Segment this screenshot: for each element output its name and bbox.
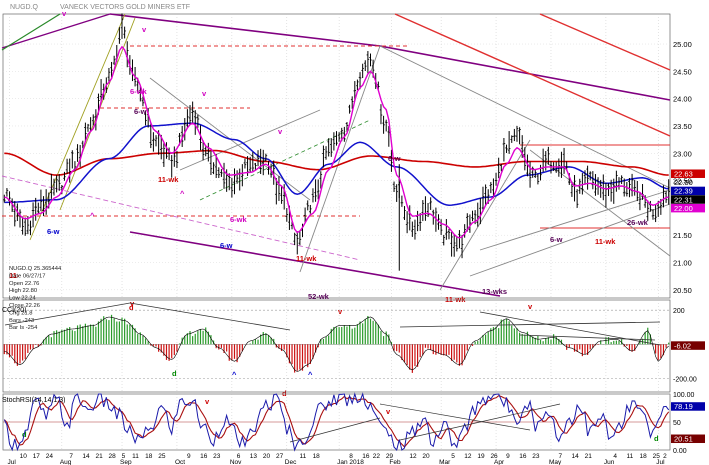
date-tick-label: 23: [532, 453, 540, 460]
chart-annotation: 11-wk: [445, 295, 466, 304]
stoch-tick-label: 50: [673, 420, 681, 427]
chart-annotation: 52-wk: [308, 292, 330, 301]
cci-tick-label: 200: [673, 308, 685, 315]
date-tick-label: 12: [409, 453, 417, 460]
month-tick-label: Aug: [60, 459, 72, 465]
month-tick-label: Feb: [389, 459, 401, 465]
date-tick-label: 20: [422, 453, 430, 460]
cci-tick-label: -200.00: [673, 376, 697, 383]
date-tick-label: 5: [451, 453, 455, 460]
chart-annotation: ^: [232, 370, 237, 379]
info-box-line: Low 22.24: [9, 296, 37, 302]
info-box-line: Date 06/27/17: [9, 273, 45, 279]
price-tick-label: 24.50: [673, 67, 692, 76]
stoch-tick-label: 0.00: [673, 448, 687, 455]
price-tick-label: 20.50: [673, 286, 692, 295]
stoch-signal-label: 20.51: [674, 435, 693, 444]
date-tick-label: 12: [464, 453, 472, 460]
date-tick-label: 10: [20, 453, 28, 460]
chart-annotation: 6-w: [47, 227, 60, 236]
chart-annotation: ^: [180, 189, 185, 198]
month-tick-label: Sep: [120, 459, 132, 465]
date-tick-label: 19: [477, 453, 485, 460]
info-box-line: Open 22.76: [9, 281, 39, 287]
stock-chart: 20.5021.0021.5022.0022.5023.0023.5024.00…: [0, 0, 709, 465]
chart-annotation: d: [129, 303, 134, 312]
date-tick-label: 16: [519, 453, 527, 460]
date-tick-label: 22: [373, 453, 381, 460]
chart-annotation: 6-wk: [130, 87, 148, 96]
chart-annotation: 11-wk: [296, 254, 317, 263]
chart-annotation: 6-w: [550, 235, 563, 244]
chart-annotation: 6-w: [220, 241, 233, 250]
date-tick-label: 14: [82, 453, 90, 460]
month-tick-label: Apr: [494, 459, 505, 465]
month-tick-label: Jul: [8, 459, 17, 465]
chart-annotation: d: [282, 389, 287, 398]
chart-annotation: d: [172, 369, 177, 378]
date-tick-label: 14: [572, 453, 580, 460]
date-tick-label: 13: [250, 453, 258, 460]
chart-annotation: 11-wk: [158, 175, 179, 184]
date-tick-label: 18: [313, 453, 321, 460]
chart-annotation: 6-wk: [230, 215, 248, 224]
chart-annotation: 6-w: [388, 154, 401, 163]
chart-annotation: 6-w: [134, 107, 147, 116]
date-tick-label: 18: [640, 453, 648, 460]
price-tick-label: 24.00: [673, 95, 692, 104]
month-tick-label: Mar: [439, 459, 451, 465]
stoch-value-label: 78.19: [674, 402, 693, 411]
date-tick-label: 23: [213, 453, 221, 460]
cci-label: CCI(20): [2, 307, 27, 314]
date-tick-label: 21: [585, 453, 593, 460]
date-tick-label: 24: [46, 453, 54, 460]
chart-annotation: d: [654, 434, 659, 443]
date-tick-label: 17: [33, 453, 41, 460]
month-tick-label: Jun: [604, 459, 615, 465]
month-tick-label: Oct: [175, 459, 185, 465]
date-tick-label: 11: [626, 453, 633, 460]
month-tick-label: May: [549, 459, 562, 465]
date-tick-label: 18: [145, 453, 153, 460]
month-tick-label: Dec: [285, 459, 297, 465]
price-tick-label: 25.00: [673, 40, 692, 49]
price-tick-label: 21.50: [673, 231, 692, 240]
date-tick-label: 11: [299, 453, 306, 460]
chart-annotation: ^: [90, 211, 95, 220]
date-tick-label: 16: [200, 453, 208, 460]
price-tick-label: 23.00: [673, 149, 692, 158]
chart-header-title: VANECK VECTORS GOLD MINERS ETF: [60, 4, 190, 11]
chart-annotation: 26-wk: [627, 218, 649, 227]
chart-annotation: 11-wk: [595, 237, 616, 246]
date-tick-label: 21: [95, 453, 103, 460]
info-box-line: NUGD.Q 25.365444: [9, 266, 62, 272]
date-tick-label: 20: [263, 453, 271, 460]
chart-annotation: ^: [308, 370, 313, 379]
info-box-line: High 22.80: [9, 288, 37, 294]
price-tick-label: 21.00: [673, 259, 692, 268]
price-badge-label: 22.00: [674, 204, 693, 213]
stochrsi-label: StochRSI(14,14,1,3): [2, 397, 65, 404]
month-tick-label: Jan 2018: [337, 459, 364, 465]
date-tick-label: 9: [506, 453, 510, 460]
date-tick-label: 27: [276, 453, 284, 460]
date-tick-label: 11: [132, 453, 139, 460]
chart-header-symbol: NUGD.Q: [10, 4, 39, 11]
date-tick-label: 28: [109, 453, 117, 460]
info-box-line: Bar Is -254: [9, 325, 38, 331]
date-tick-label: 25: [158, 453, 166, 460]
chart-annotation: 13-wks: [482, 287, 507, 296]
price-tick-label: 23.50: [673, 122, 692, 131]
month-tick-label: Nov: [230, 459, 242, 465]
date-tick-label: 9: [187, 453, 191, 460]
cci-value-label: -6.02: [674, 341, 691, 350]
month-tick-label: Jul: [656, 459, 665, 465]
stoch-tick-label: 100.00: [673, 392, 695, 399]
